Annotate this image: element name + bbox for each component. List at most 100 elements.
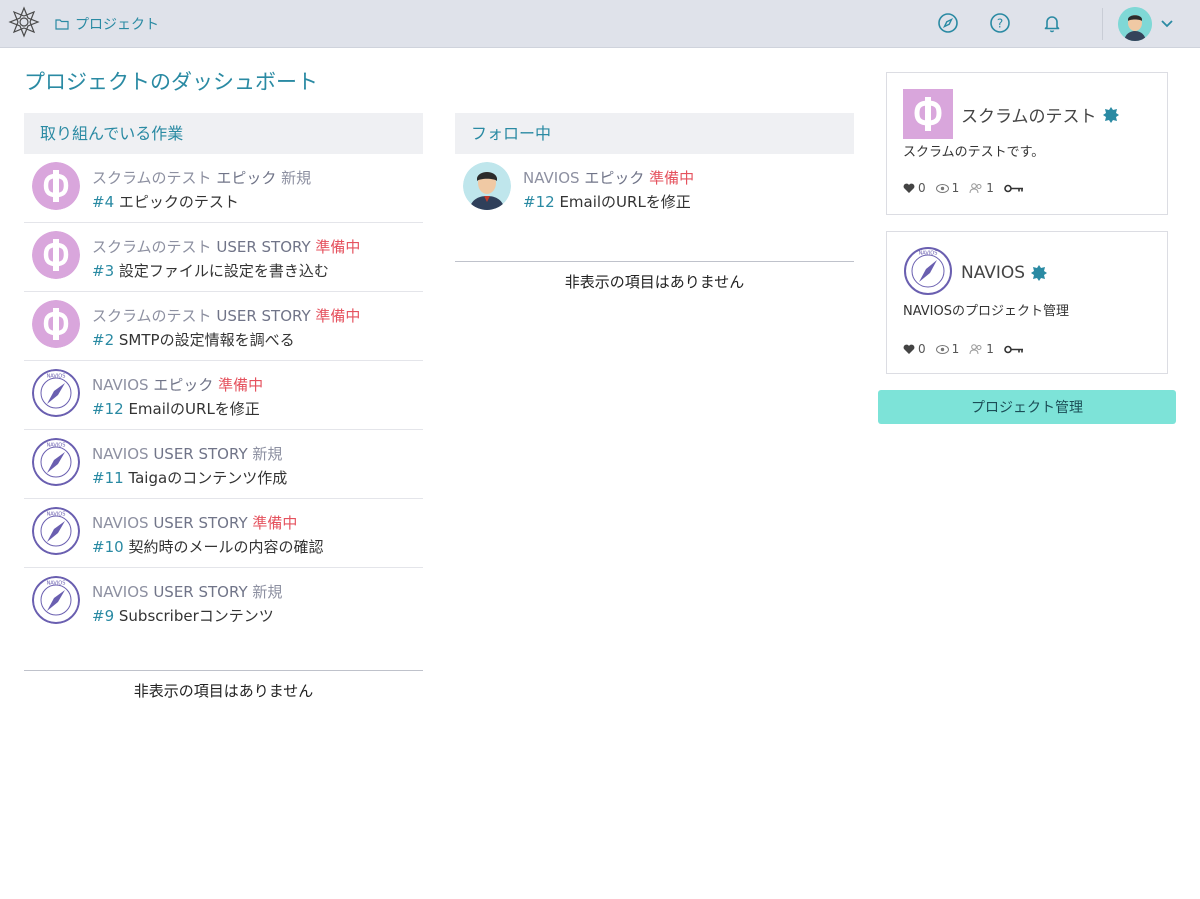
members-icon bbox=[969, 344, 982, 354]
heart-icon bbox=[903, 344, 915, 354]
item-title[interactable]: #2 SMTPの設定情報を調べる bbox=[92, 329, 295, 350]
item-project[interactable]: スクラムのテスト bbox=[92, 169, 212, 187]
breadcrumb-projects[interactable]: プロジェクト bbox=[55, 14, 159, 34]
project-thumb-scrum[interactable] bbox=[903, 89, 953, 139]
item-title[interactable]: #12 EmailのURLを修正 bbox=[92, 398, 260, 419]
item-subject: Taigaのコンテンツ作成 bbox=[128, 469, 288, 487]
item-project[interactable]: NAVIOS bbox=[92, 514, 149, 532]
item-status: 新規 bbox=[281, 169, 312, 187]
page-title: プロジェクトのダッシュボート bbox=[24, 70, 318, 94]
list-item[interactable]: NAVIOS NAVIOS エピック 準備中 #12 EmailのURLを修正 bbox=[24, 361, 423, 430]
user-avatar[interactable] bbox=[1118, 7, 1152, 41]
project-management-button[interactable]: プロジェクト管理 bbox=[878, 390, 1176, 424]
key-icon bbox=[1004, 345, 1023, 353]
item-type: エピック bbox=[153, 376, 214, 394]
item-project[interactable]: スクラムのテスト bbox=[92, 238, 212, 256]
project-avatar[interactable] bbox=[32, 300, 80, 348]
project-description: NAVIOSのプロジェクト管理 bbox=[903, 304, 1069, 319]
item-ref: #3 bbox=[92, 262, 115, 280]
item-subject: 契約時のメールの内容の確認 bbox=[128, 538, 324, 556]
taiga-logo-icon[interactable] bbox=[8, 6, 40, 38]
project-avatar[interactable]: NAVIOS bbox=[32, 369, 80, 417]
list-item[interactable]: NAVIOS NAVIOS USER STORY 準備中 #10 契約時のメールの内… bbox=[24, 499, 423, 568]
item-type: USER STORY bbox=[216, 307, 311, 325]
item-project[interactable]: NAVIOS bbox=[92, 445, 149, 463]
following-heading: フォロー中 bbox=[455, 113, 854, 154]
item-ref: #9 bbox=[92, 607, 115, 625]
svg-text:NAVIOS: NAVIOS bbox=[47, 512, 66, 518]
item-title[interactable]: #12 EmailのURLを修正 bbox=[523, 191, 691, 212]
verified-badge-icon bbox=[1031, 265, 1048, 281]
item-meta: スクラムのテスト エピック 新規 bbox=[92, 167, 311, 188]
list-item[interactable]: スクラムのテスト USER STORY 準備中 #3 設定ファイルに設定を書き込む bbox=[24, 223, 423, 292]
item-subject: EmailのURLを修正 bbox=[559, 193, 691, 211]
project-name[interactable]: スクラムのテスト bbox=[961, 102, 1119, 127]
project-name[interactable]: NAVIOS bbox=[961, 263, 1048, 283]
members-count: 1 bbox=[986, 181, 994, 195]
list-item[interactable]: NAVIOS NAVIOS USER STORY 新規 #11 Taigaのコンテン… bbox=[24, 430, 423, 499]
working-on-list: スクラムのテスト エピック 新規 #4 エピックのテスト スクラムのテスト USER… bbox=[24, 154, 423, 636]
svg-text:NAVIOS: NAVIOS bbox=[919, 251, 938, 257]
item-project[interactable]: NAVIOS bbox=[92, 376, 149, 394]
item-title[interactable]: #10 契約時のメールの内容の確認 bbox=[92, 536, 323, 557]
likes-count: 0 bbox=[918, 342, 926, 356]
project-avatar[interactable] bbox=[463, 162, 511, 210]
svg-text:NAVIOS: NAVIOS bbox=[47, 374, 66, 380]
item-meta: NAVIOS USER STORY 新規 bbox=[92, 443, 282, 464]
project-thumb-navios[interactable]: NAVIOS bbox=[903, 246, 953, 296]
item-status: 準備中 bbox=[649, 169, 695, 187]
project-avatar[interactable]: NAVIOS bbox=[32, 438, 80, 486]
item-status: 新規 bbox=[252, 583, 283, 601]
item-title[interactable]: #9 Subscriberコンテンツ bbox=[92, 605, 274, 626]
members-count: 1 bbox=[986, 342, 994, 356]
item-meta: NAVIOS エピック 準備中 bbox=[92, 374, 263, 395]
chevron-down-icon[interactable] bbox=[1159, 17, 1175, 31]
item-ref: #4 bbox=[92, 193, 115, 211]
bell-icon[interactable] bbox=[1041, 12, 1063, 34]
item-status: 新規 bbox=[252, 445, 283, 463]
item-status: 準備中 bbox=[315, 238, 361, 256]
list-item[interactable]: スクラムのテスト USER STORY 準備中 #2 SMTPの設定情報を調べる bbox=[24, 292, 423, 361]
following-section: フォロー中 NAVIOS エピック 準備中 #12 EmailのURLを修正 非表… bbox=[455, 113, 854, 292]
item-title[interactable]: #4 エピックのテスト bbox=[92, 191, 239, 212]
header-divider bbox=[1102, 8, 1103, 40]
item-ref: #2 bbox=[92, 331, 115, 349]
working-on-empty: 非表示の項目はありません bbox=[24, 670, 423, 701]
project-stats: 0 1 1 bbox=[903, 181, 1024, 195]
item-ref: #10 bbox=[92, 538, 124, 556]
project-card[interactable]: スクラムのテスト スクラムのテストです。 0 1 1 bbox=[886, 72, 1168, 215]
item-project[interactable]: NAVIOS bbox=[92, 583, 149, 601]
list-item[interactable]: NAVIOS NAVIOS USER STORY 新規 #9 Subscriberコ… bbox=[24, 568, 423, 636]
project-avatar[interactable]: NAVIOS bbox=[32, 507, 80, 555]
item-project[interactable]: スクラムのテスト bbox=[92, 307, 212, 325]
project-avatar[interactable]: NAVIOS bbox=[32, 576, 80, 624]
item-project[interactable]: NAVIOS bbox=[523, 169, 580, 187]
working-on-section: 取り組んでいる作業 スクラムのテスト エピック 新規 #4 エピックのテスト スクラ… bbox=[24, 113, 423, 701]
top-bar: プロジェクト ? bbox=[0, 0, 1200, 48]
item-meta: スクラムのテスト USER STORY 準備中 bbox=[92, 305, 360, 326]
list-item[interactable]: NAVIOS エピック 準備中 #12 EmailのURLを修正 bbox=[455, 154, 854, 222]
item-subject: EmailのURLを修正 bbox=[128, 400, 260, 418]
item-subject: 設定ファイルに設定を書き込む bbox=[118, 262, 329, 280]
help-icon[interactable]: ? bbox=[989, 12, 1011, 34]
item-meta: スクラムのテスト USER STORY 準備中 bbox=[92, 236, 360, 257]
project-avatar[interactable] bbox=[32, 162, 80, 210]
key-icon bbox=[1004, 184, 1023, 192]
eye-icon bbox=[935, 344, 949, 354]
project-avatar[interactable] bbox=[32, 231, 80, 279]
item-type: エピック bbox=[216, 169, 277, 187]
item-title[interactable]: #3 設定ファイルに設定を書き込む bbox=[92, 260, 329, 281]
list-item[interactable]: スクラムのテスト エピック 新規 #4 エピックのテスト bbox=[24, 154, 423, 223]
compass-icon[interactable] bbox=[937, 12, 959, 34]
heart-icon bbox=[903, 183, 915, 193]
project-card[interactable]: NAVIOS NAVIOS NAVIOSのプロジェクト管理 0 1 1 bbox=[886, 231, 1168, 374]
item-ref: #11 bbox=[92, 469, 124, 487]
item-ref: #12 bbox=[523, 193, 555, 211]
item-type: USER STORY bbox=[153, 583, 248, 601]
item-title[interactable]: #11 Taigaのコンテンツ作成 bbox=[92, 467, 287, 488]
item-status: 準備中 bbox=[252, 514, 298, 532]
item-subject: エピックのテスト bbox=[118, 193, 239, 211]
breadcrumb-label: プロジェクト bbox=[75, 17, 159, 33]
item-type: USER STORY bbox=[153, 445, 248, 463]
members-icon bbox=[969, 183, 982, 193]
